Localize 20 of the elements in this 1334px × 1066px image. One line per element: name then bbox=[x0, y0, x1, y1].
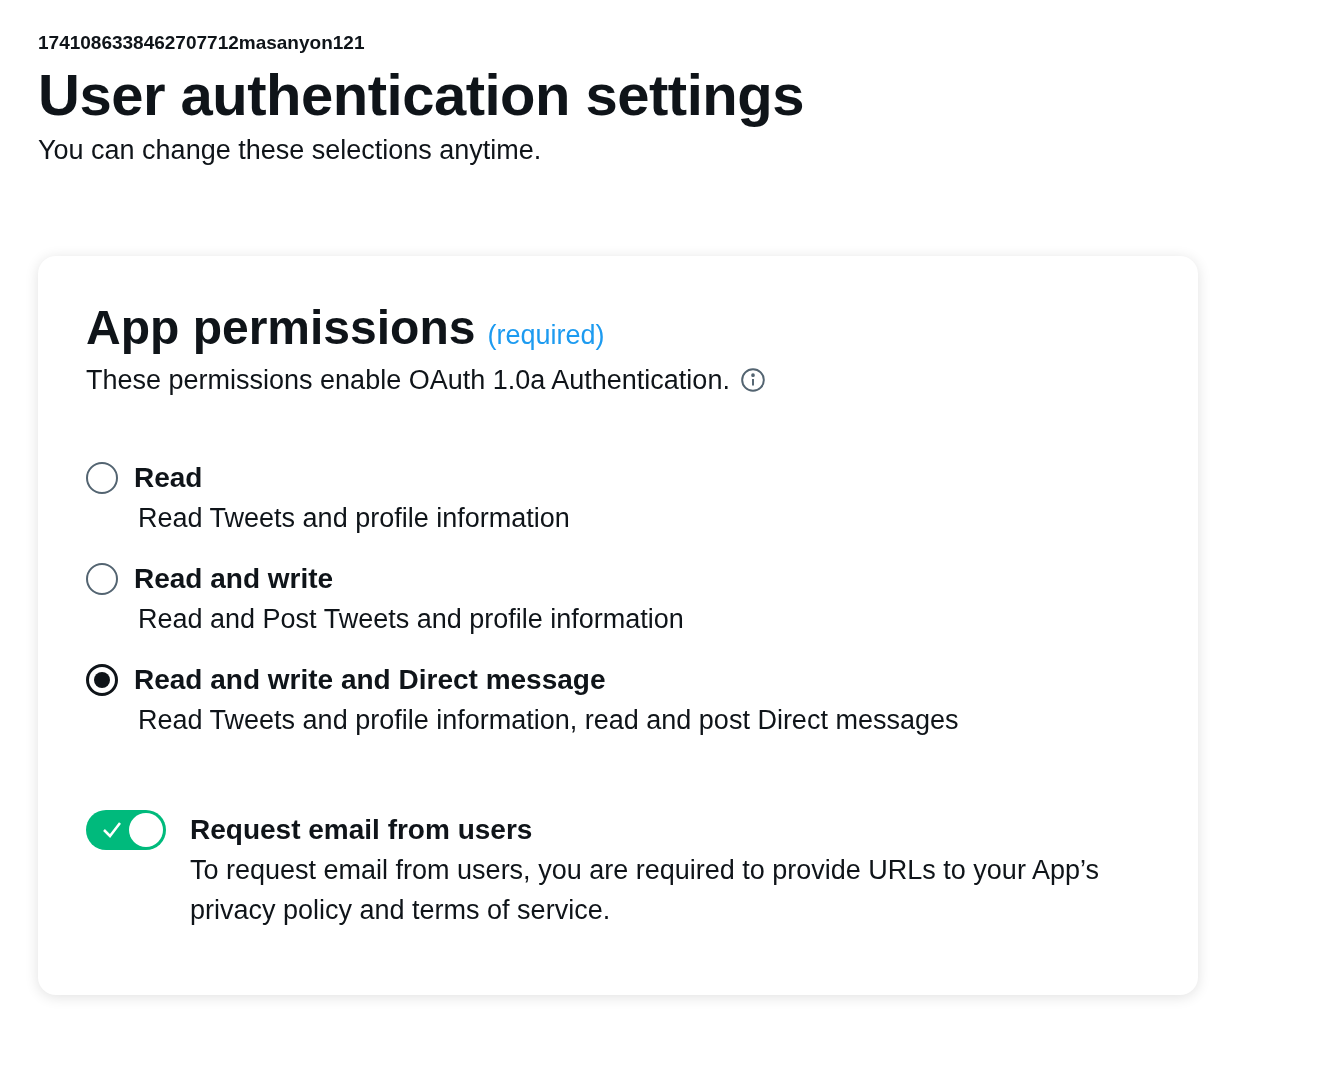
card-title: App permissions bbox=[86, 300, 476, 356]
option-description: Read Tweets and profile information bbox=[138, 502, 570, 535]
radio-button[interactable] bbox=[86, 462, 118, 494]
option-label: Read and write and Direct message bbox=[134, 663, 606, 697]
radio-button[interactable] bbox=[86, 563, 118, 595]
radio-button[interactable] bbox=[86, 664, 118, 696]
toggle-description: To request email from users, you are required to provide URLs to your App’s privacy policy and terms of service. bbox=[190, 854, 1100, 927]
option-description: Read and Post Tweets and profile information bbox=[138, 603, 684, 636]
card-description: These permissions enable OAuth 1.0a Authentication. bbox=[86, 364, 730, 397]
option-label: Read and write bbox=[134, 562, 334, 596]
info-icon[interactable] bbox=[739, 367, 766, 393]
page-title: User authentication settings bbox=[38, 61, 804, 129]
check-icon bbox=[102, 821, 122, 839]
option-label: Read bbox=[134, 461, 203, 495]
toggle-label: Request email from users bbox=[190, 813, 533, 847]
option-description: Read Tweets and profile information, read and post Direct messages bbox=[138, 704, 959, 737]
account-id: 1741086338462707712masanyon121 bbox=[38, 31, 365, 55]
toggle-switch[interactable] bbox=[86, 810, 166, 850]
page-subtitle: You can change these selections anytime. bbox=[38, 134, 542, 167]
required-label: (required) bbox=[487, 319, 605, 352]
